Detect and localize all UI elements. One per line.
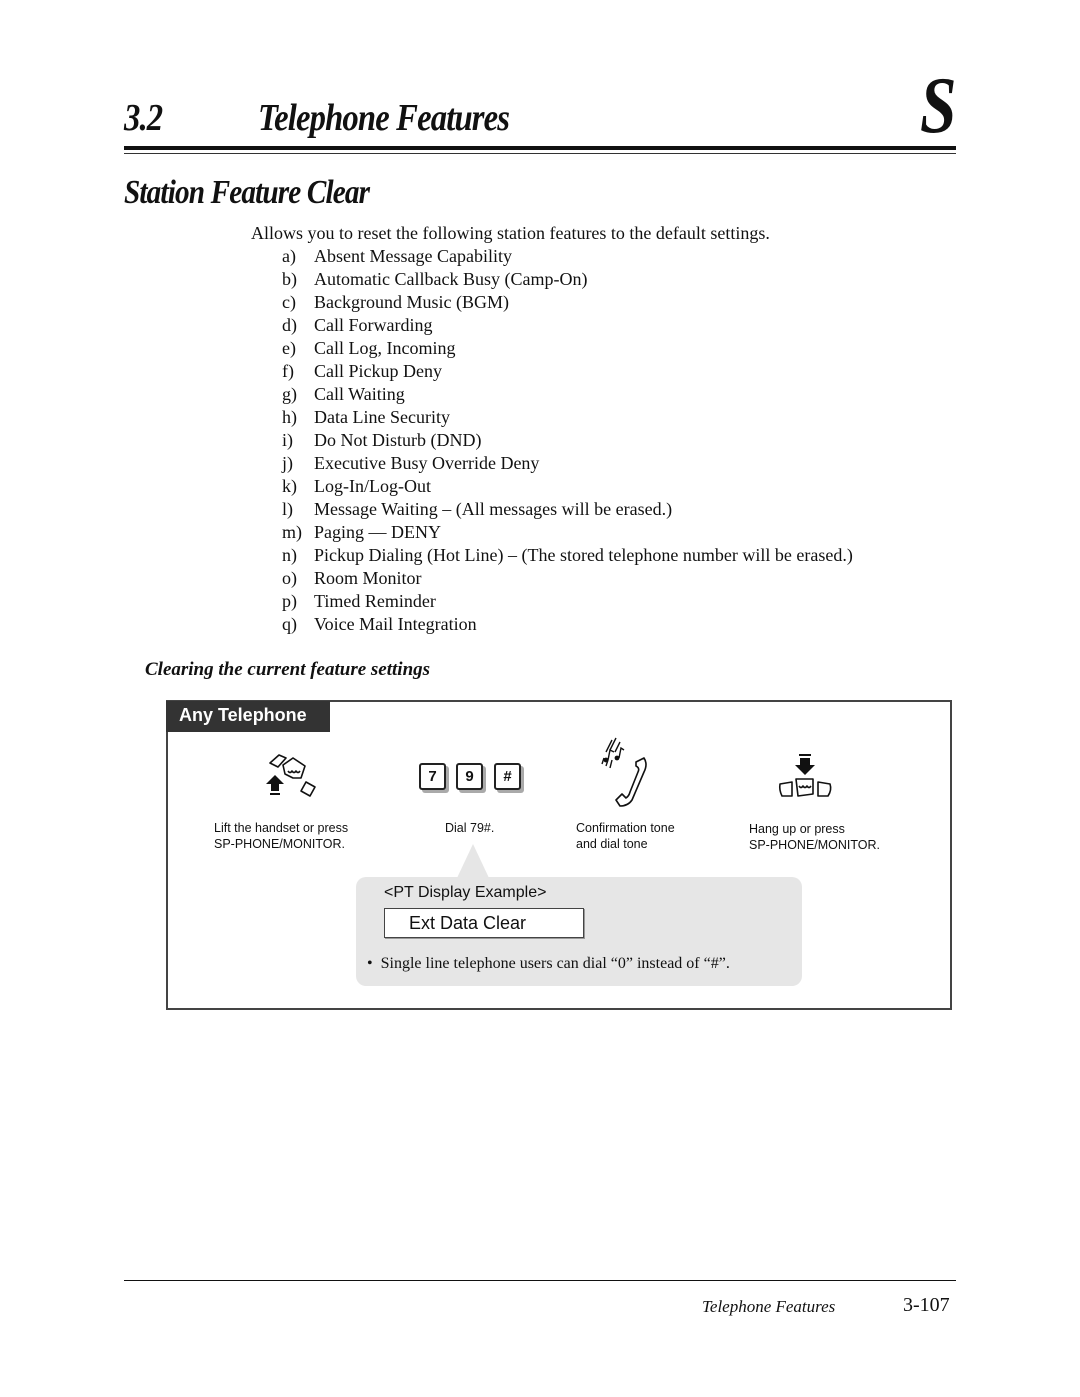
list-item: g) Call Waiting xyxy=(282,384,405,404)
list-item: d) Call Forwarding xyxy=(282,315,433,335)
footer-section-title: Telephone Features xyxy=(702,1297,836,1316)
step-caption: Confirmation tone and dial tone xyxy=(576,821,675,851)
key-7: 7 xyxy=(419,763,446,790)
list-item: o) Room Monitor xyxy=(282,568,422,588)
list-item: m) Paging — DENY xyxy=(282,522,441,542)
list-item: i) Do Not Disturb (DND) xyxy=(282,430,482,450)
confirmation-tone-icon xyxy=(601,737,647,807)
step-caption: Lift the handset or press SP-PHONE/MONIT… xyxy=(214,821,349,851)
bullet-icon: • xyxy=(367,955,381,972)
list-item: j) Executive Busy Override Deny xyxy=(282,453,540,473)
key-9: 9 xyxy=(456,763,483,790)
pt-display-screen: Ext Data Clear xyxy=(384,908,584,938)
list-item: f) Call Pickup Deny xyxy=(282,361,442,381)
section-title: Telephone Features xyxy=(258,97,510,139)
feature-list: a) Absent Message Capability b) Automatic … xyxy=(282,246,853,637)
list-item: c) Background Music (BGM) xyxy=(282,292,509,312)
list-item: k) Log-In/Log-Out xyxy=(282,476,431,496)
display-example-label: <PT Display Example> xyxy=(384,884,547,901)
list-item: h) Data Line Security xyxy=(282,407,450,427)
list-item: n) Pickup Dialing (Hot Line) – (The store… xyxy=(282,545,853,565)
list-item: a) Absent Message Capability xyxy=(282,246,512,266)
procedure-subtitle: Clearing the current feature settings xyxy=(145,659,431,680)
list-item: q) Voice Mail Integration xyxy=(282,614,477,634)
feature-title: Station Feature Clear xyxy=(124,174,370,211)
feature-intro: Allows you to reset the following statio… xyxy=(251,223,770,243)
key-hash: # xyxy=(494,763,521,790)
list-item: e) Call Log, Incoming xyxy=(282,338,456,358)
page-number: 3-107 xyxy=(903,1294,950,1316)
chapter-letter: S xyxy=(919,62,956,150)
off-hook-icon xyxy=(266,754,316,797)
display-note: • Single line telephone users can dial “… xyxy=(367,955,730,972)
procedure-tab: Any Telephone xyxy=(166,701,330,732)
header-rule-thin xyxy=(124,153,956,154)
step-caption: Dial 79#. xyxy=(445,821,495,835)
step-caption: Hang up or press SP-PHONE/MONITOR. xyxy=(749,822,881,852)
list-item: p) Timed Reminder xyxy=(282,591,436,611)
footer-rule xyxy=(124,1280,956,1281)
header-rule-thick xyxy=(124,146,956,150)
on-hook-icon xyxy=(778,754,832,797)
list-item: b) Automatic Callback Busy (Camp-On) xyxy=(282,269,588,289)
section-number: 3.2 xyxy=(124,97,163,139)
bubble-pointer xyxy=(457,844,489,878)
list-item: l) Message Waiting – (All messages will b… xyxy=(282,499,673,519)
